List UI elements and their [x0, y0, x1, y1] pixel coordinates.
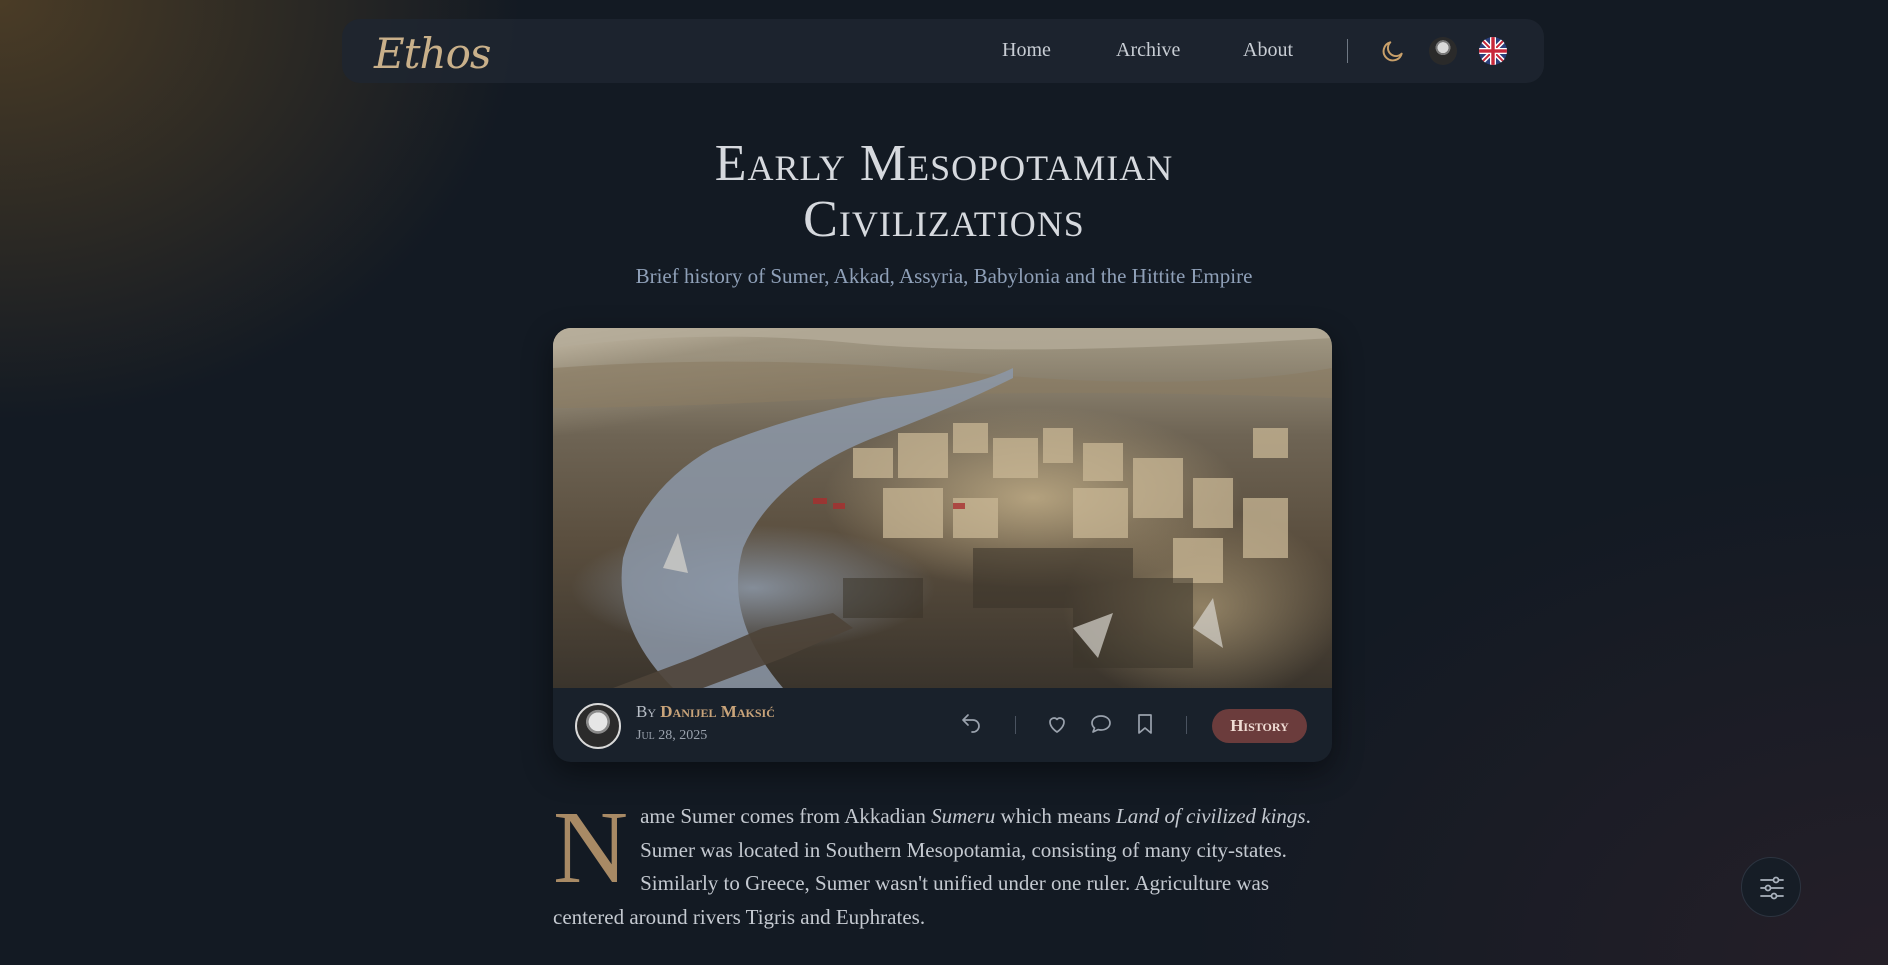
- drop-cap: N: [553, 790, 629, 905]
- settings-fab[interactable]: [1741, 857, 1801, 917]
- title-line-2: Civilizations: [803, 191, 1085, 248]
- body-emphasis-land: Land of civilized kings: [1116, 804, 1306, 828]
- publish-date: Jul 28, 2025: [636, 728, 708, 743]
- author-byline: By Danijel Maksić: [636, 702, 775, 722]
- body-text-1: ame Sumer comes from Akkadian: [640, 804, 932, 828]
- article-body: Name Sumer comes from Akkadian Sumeru wh…: [553, 790, 1343, 934]
- site-logo[interactable]: Ethos: [374, 29, 491, 78]
- nav-divider: [1347, 39, 1348, 63]
- article-subtitle: Brief history of Sumer, Akkad, Assyria, …: [635, 264, 1253, 288]
- nav-link-archive[interactable]: Archive: [1116, 39, 1180, 62]
- action-divider: [1015, 716, 1016, 734]
- top-navbar: Ethos Home Archive About: [342, 19, 1544, 83]
- hero-image: [553, 328, 1332, 688]
- share-icon[interactable]: [959, 712, 983, 736]
- author-avatar[interactable]: [575, 703, 621, 749]
- category-tag-history[interactable]: History: [1212, 709, 1307, 743]
- title-line-1: Early Mesopotamian: [714, 135, 1174, 192]
- bookmark-icon[interactable]: [1133, 712, 1157, 736]
- body-emphasis-sumeru: Sumeru: [931, 804, 996, 828]
- uk-flag-icon[interactable]: [1479, 37, 1507, 65]
- article-card: By Danijel Maksić Jul 28, 2025 History: [553, 328, 1332, 762]
- moon-icon[interactable]: [1380, 38, 1406, 64]
- by-prefix: By: [636, 702, 657, 721]
- action-divider: [1186, 716, 1187, 734]
- comment-icon[interactable]: [1089, 712, 1113, 736]
- body-text-2: which means: [995, 804, 1117, 828]
- nav-link-home[interactable]: Home: [1002, 39, 1051, 62]
- article-title: Early Mesopotamian Civilizations: [0, 136, 1888, 248]
- author-name[interactable]: Danijel Maksić: [660, 702, 775, 721]
- nav-link-about[interactable]: About: [1243, 39, 1293, 62]
- heart-icon[interactable]: [1045, 712, 1069, 736]
- user-avatar[interactable]: [1429, 37, 1457, 65]
- sliders-icon: [1760, 876, 1784, 900]
